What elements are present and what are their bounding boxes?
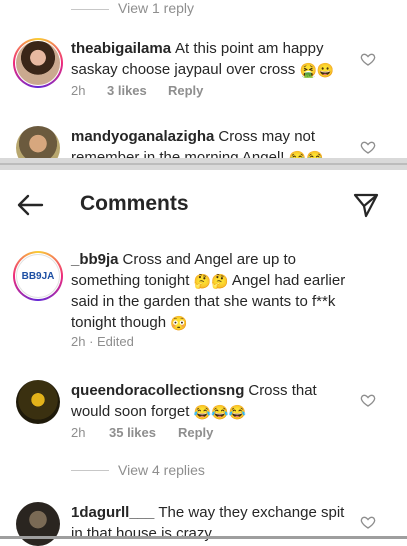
comment-username[interactable]: queendoracollectionsng (71, 382, 244, 399)
comment-username[interactable]: _bb9ja (71, 251, 119, 268)
comment-reply-button[interactable]: Reply (168, 83, 203, 98)
view-replies-link[interactable]: View 4 replies (118, 462, 205, 478)
top-comment-panel: View 1 reply theabigailama At this point … (0, 0, 407, 158)
comment-time: 2h · Edited (71, 334, 134, 349)
comment-username[interactable]: theabigailama (71, 40, 171, 57)
avatar-story-ring[interactable]: BB9JA (13, 251, 63, 301)
like-heart-icon[interactable] (360, 51, 376, 67)
avatar-story-ring[interactable] (13, 38, 63, 88)
comment-text: queendoracollectionsng Cross that would s… (71, 380, 351, 422)
comment-username[interactable]: 1dagurll___ (71, 504, 154, 521)
paper-plane-icon[interactable] (353, 192, 379, 218)
like-heart-icon[interactable] (360, 514, 376, 530)
avatar: BB9JA (16, 254, 60, 298)
comment-text: mandyoganalazigha Cross may not remember … (71, 126, 351, 158)
comment-emojis: 🤔🤔 (193, 273, 229, 289)
like-heart-icon[interactable] (360, 392, 376, 408)
comments-header (0, 170, 407, 232)
avatar[interactable] (16, 380, 60, 424)
avatar[interactable] (16, 502, 60, 546)
comment-emojis: 😂😂 (288, 150, 324, 158)
view-replies-line (71, 470, 109, 471)
avatar[interactable] (16, 126, 60, 158)
comment-likes[interactable]: 3 likes (107, 83, 147, 98)
page-title: Comments (80, 192, 189, 215)
comment-time: 2h (71, 83, 86, 98)
comment-emojis: 😂😂😂 (193, 404, 246, 420)
avatar (16, 41, 60, 85)
arrow-left-icon[interactable] (16, 193, 44, 217)
comment-text: theabigailama At this point am happy sask… (71, 38, 351, 80)
screenshot-divider (0, 158, 407, 170)
like-heart-icon[interactable] (360, 139, 376, 155)
comment-emojis: 🤮😀 (299, 62, 335, 78)
comment-emojis: 😳 (170, 315, 188, 331)
view-replies-link-top[interactable]: View 1 reply (118, 0, 194, 16)
comment-username[interactable]: mandyoganalazigha (71, 128, 214, 145)
comment-reply-button[interactable]: Reply (178, 425, 213, 440)
comment-text: _bb9ja Cross and Angel are up to somethin… (71, 249, 351, 333)
avatar-logo-text: BB9JA (21, 270, 55, 282)
comment-time: 2h (71, 425, 86, 440)
comment-likes[interactable]: 35 likes (109, 425, 156, 440)
view-replies-line (71, 9, 109, 10)
